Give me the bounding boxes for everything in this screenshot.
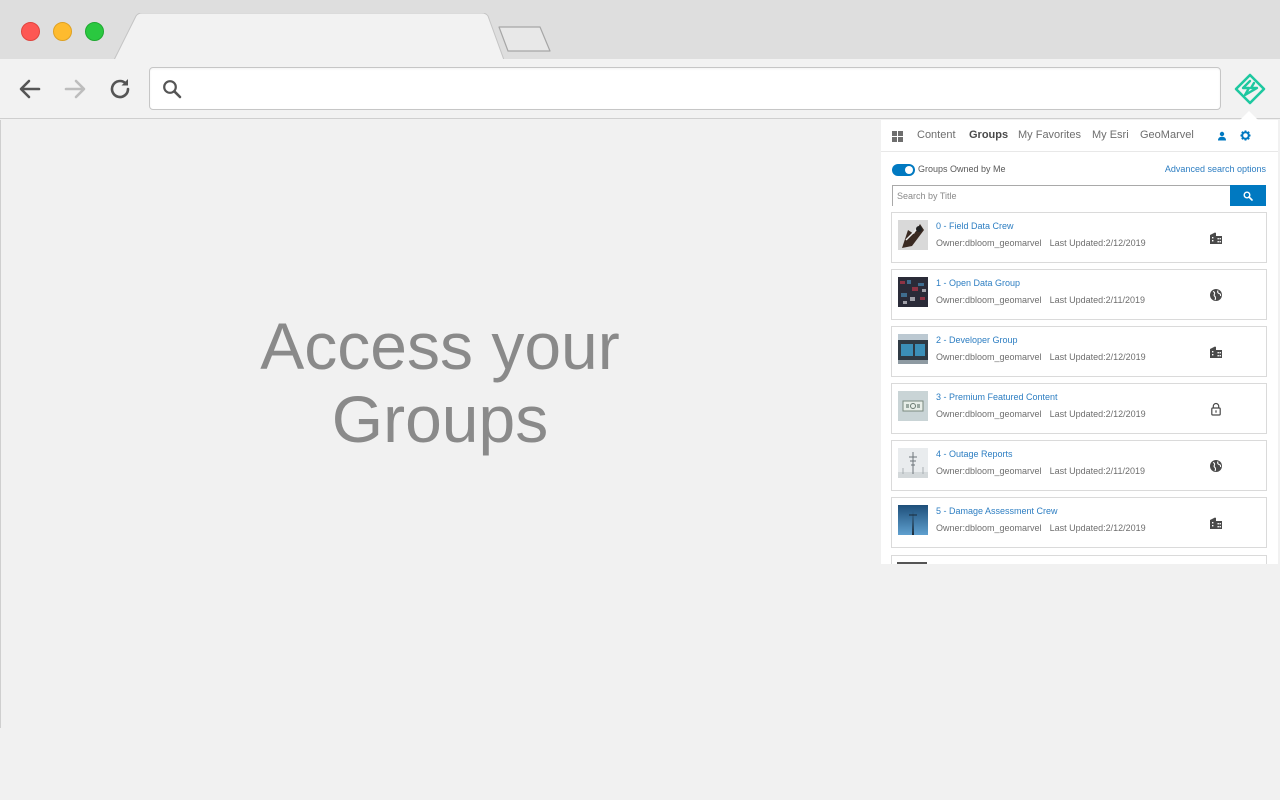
maximize-window-button[interactable] xyxy=(85,22,104,41)
title-search-input[interactable] xyxy=(893,186,1231,206)
nav-tab-content[interactable]: Content xyxy=(917,129,956,141)
group-owner: Owner:dbloom_geomarvel xyxy=(936,295,1042,305)
minimize-window-button[interactable] xyxy=(53,22,72,41)
group-list-item[interactable]: 1 - Open Data Group Owner:dbloom_geomarv… xyxy=(891,269,1267,320)
back-button[interactable] xyxy=(16,75,44,103)
popup-pointer xyxy=(1240,111,1258,120)
group-updated: Last Updated:2/11/2019 xyxy=(1049,295,1145,305)
hero-line-1: Access your xyxy=(260,309,620,383)
group-list-item[interactable]: 0 - Field Data Crew Owner:dbloom_geomarv… xyxy=(891,212,1267,263)
search-icon xyxy=(1243,191,1253,201)
group-list-item[interactable]: 4 - Outage Reports Owner:dbloom_geomarve… xyxy=(891,440,1267,491)
group-updated: Last Updated:2/12/2019 xyxy=(1049,523,1146,533)
group-meta: Owner:dbloom_geomarvel Last Updated:2/12/… xyxy=(936,352,1146,362)
nav-tab-geomarvel[interactable]: GeoMarvel xyxy=(1140,129,1194,141)
title-search-field[interactable] xyxy=(892,185,1231,206)
apps-grid-icon[interactable] xyxy=(892,131,903,142)
organization-icon xyxy=(1210,346,1222,358)
group-updated: Last Updated:2/12/2019 xyxy=(1049,238,1146,248)
close-window-button[interactable] xyxy=(21,22,40,41)
group-title[interactable]: 3 - Premium Featured Content xyxy=(936,392,1058,402)
group-thumbnail xyxy=(897,562,927,564)
browser-tab-active[interactable] xyxy=(112,13,504,61)
group-meta: Owner:dbloom_geomarvel Last Updated:2/12/… xyxy=(936,409,1146,419)
group-thumbnail xyxy=(898,277,928,307)
geomarvel-extension-icon[interactable] xyxy=(1234,73,1266,105)
window-bottom-area xyxy=(0,728,1280,800)
owned-by-me-label: Groups Owned by Me xyxy=(918,164,1006,174)
lock-icon xyxy=(1211,402,1221,416)
group-list-item[interactable]: 3 - Premium Featured Content Owner:dbloo… xyxy=(891,383,1267,434)
group-list-item[interactable]: 5 - Damage Assessment Crew Owner:dbloom_… xyxy=(891,497,1267,548)
nav-tab-groups[interactable]: Groups xyxy=(969,129,1008,141)
arrow-left-icon xyxy=(19,79,41,99)
browser-toolbar xyxy=(0,59,1280,119)
group-meta: Owner:dbloom_geomarvel Last Updated:2/11/… xyxy=(936,466,1145,476)
group-meta: Owner:dbloom_geomarvel Last Updated:2/11/… xyxy=(936,295,1145,305)
group-owner: Owner:dbloom_geomarvel xyxy=(936,466,1042,476)
hero-heading: Access your Groups xyxy=(240,310,640,456)
organization-icon xyxy=(1210,232,1222,244)
extension-popup: Content Groups My Favorites My Esri GeoM… xyxy=(881,120,1278,564)
globe-icon xyxy=(1210,460,1222,472)
group-thumbnail xyxy=(898,448,928,478)
group-list-item-partial[interactable] xyxy=(891,555,1267,564)
group-thumbnail xyxy=(898,334,928,364)
organization-icon xyxy=(1210,517,1222,529)
reload-button[interactable] xyxy=(106,75,134,103)
address-input[interactable] xyxy=(190,68,1210,109)
address-bar[interactable] xyxy=(149,67,1221,110)
group-title[interactable]: 4 - Outage Reports xyxy=(936,449,1013,459)
group-thumbnail xyxy=(898,505,928,535)
reload-icon xyxy=(110,79,130,99)
owned-by-me-toggle[interactable] xyxy=(892,164,915,176)
nav-tab-my-favorites[interactable]: My Favorites xyxy=(1018,129,1081,141)
group-owner: Owner:dbloom_geomarvel xyxy=(936,523,1042,533)
nav-tab-my-esri[interactable]: My Esri xyxy=(1092,129,1129,141)
group-updated: Last Updated:2/12/2019 xyxy=(1049,352,1146,362)
advanced-search-link[interactable]: Advanced search options xyxy=(1165,164,1266,174)
group-title[interactable]: 1 - Open Data Group xyxy=(936,278,1020,288)
group-list-item[interactable]: 2 - Developer Group Owner:dbloom_geomarv… xyxy=(891,326,1267,377)
globe-icon xyxy=(1210,289,1222,301)
group-title[interactable]: 5 - Damage Assessment Crew xyxy=(936,506,1058,516)
group-updated: Last Updated:2/11/2019 xyxy=(1049,466,1145,476)
group-thumbnail xyxy=(898,220,928,250)
group-title[interactable]: 2 - Developer Group xyxy=(936,335,1018,345)
group-owner: Owner:dbloom_geomarvel xyxy=(936,409,1042,419)
group-meta: Owner:dbloom_geomarvel Last Updated:2/12/… xyxy=(936,523,1146,533)
new-tab-button[interactable] xyxy=(496,26,554,54)
group-meta: Owner:dbloom_geomarvel Last Updated:2/12/… xyxy=(936,238,1146,248)
browser-titlebar xyxy=(0,0,1280,61)
group-updated: Last Updated:2/12/2019 xyxy=(1049,409,1146,419)
group-owner: Owner:dbloom_geomarvel xyxy=(936,238,1042,248)
search-icon xyxy=(163,80,182,99)
arrow-right-icon xyxy=(64,79,86,99)
user-icon[interactable] xyxy=(1217,131,1227,141)
search-button[interactable] xyxy=(1230,185,1266,206)
popup-nav: Content Groups My Favorites My Esri GeoM… xyxy=(881,120,1278,152)
hero-line-2: Groups xyxy=(331,382,549,456)
group-thumbnail xyxy=(898,391,928,421)
group-title[interactable]: 0 - Field Data Crew xyxy=(936,221,1014,231)
forward-button[interactable] xyxy=(61,75,89,103)
gear-icon[interactable] xyxy=(1240,130,1251,141)
group-owner: Owner:dbloom_geomarvel xyxy=(936,352,1042,362)
